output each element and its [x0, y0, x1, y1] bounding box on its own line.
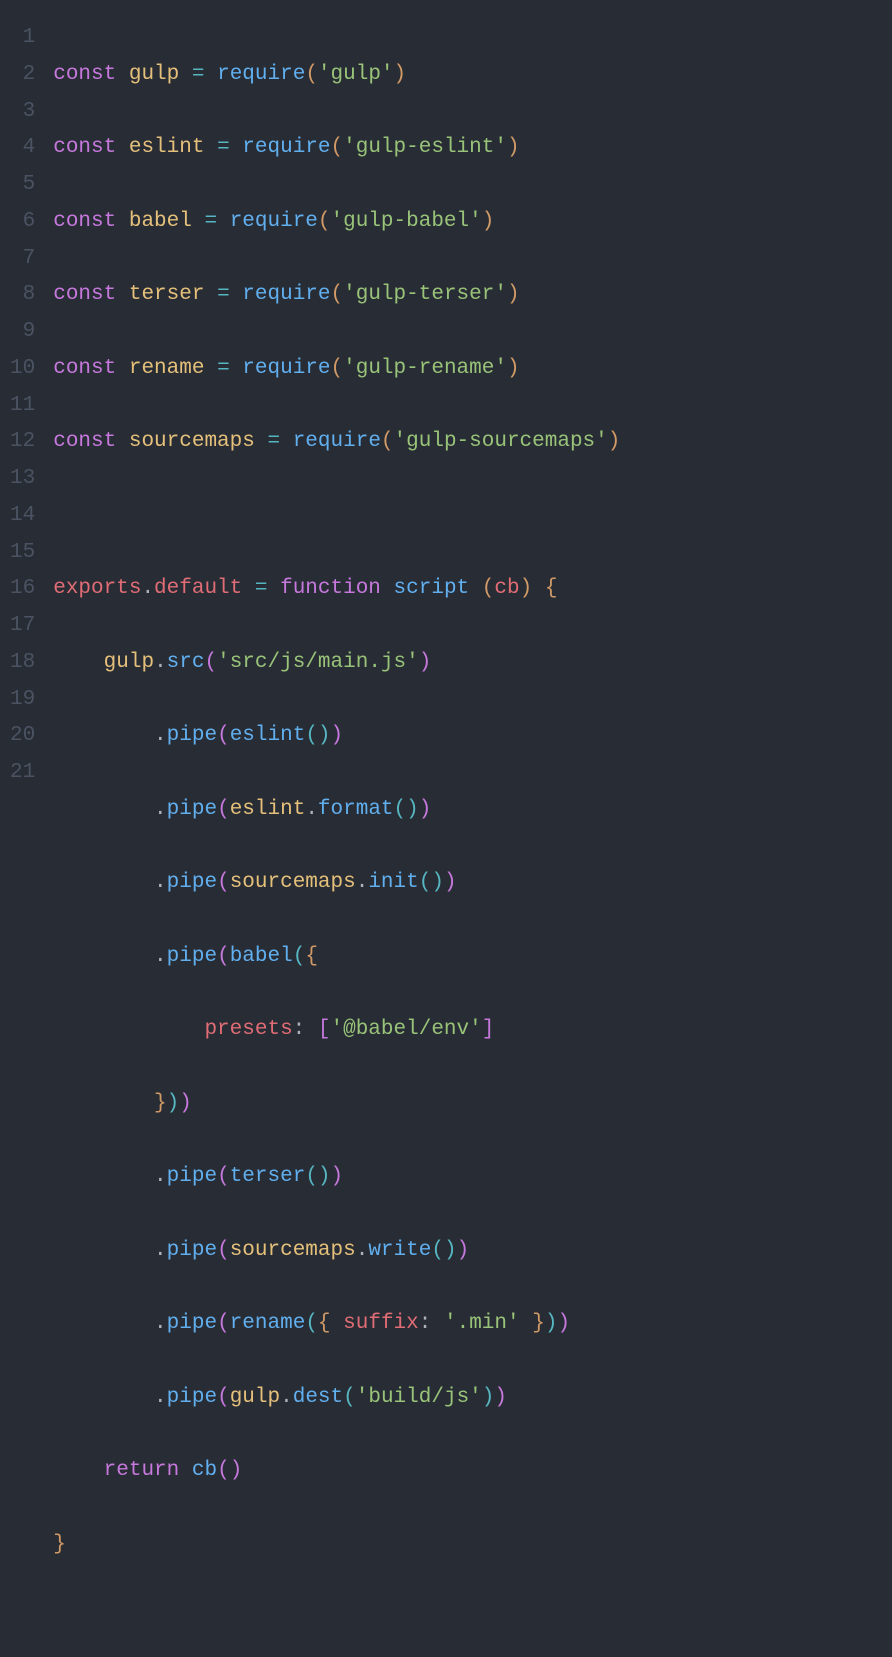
line-number: 15 [10, 535, 35, 572]
line-number-gutter: 1 2 3 4 5 6 7 8 9 10 11 12 13 14 15 16 1… [10, 20, 53, 1637]
line-number: 6 [10, 204, 35, 241]
code-line: })) [53, 1086, 620, 1123]
line-number: 17 [10, 608, 35, 645]
code-line: .pipe(eslint.format()) [53, 792, 620, 829]
line-number: 18 [10, 645, 35, 682]
code-line: const eslint = require('gulp-eslint') [53, 130, 620, 167]
code-line: return cb() [53, 1453, 620, 1490]
line-number: 8 [10, 277, 35, 314]
code-line: presets: ['@babel/env'] [53, 1012, 620, 1049]
code-line: exports.default = function script (cb) { [53, 571, 620, 608]
line-number: 14 [10, 498, 35, 535]
line-number: 7 [10, 241, 35, 278]
code-line: const sourcemaps = require('gulp-sourcem… [53, 424, 620, 461]
code-line: const rename = require('gulp-rename') [53, 351, 620, 388]
code-line: } [53, 1527, 620, 1564]
code-line [53, 498, 620, 535]
code-line: .pipe(sourcemaps.init()) [53, 865, 620, 902]
line-number: 3 [10, 94, 35, 131]
line-number: 5 [10, 167, 35, 204]
code-line: .pipe(sourcemaps.write()) [53, 1233, 620, 1270]
code-line: const babel = require('gulp-babel') [53, 204, 620, 241]
code-line: gulp.src('src/js/main.js') [53, 645, 620, 682]
code-line: .pipe(gulp.dest('build/js')) [53, 1380, 620, 1417]
line-number: 13 [10, 461, 35, 498]
line-number: 11 [10, 388, 35, 425]
line-number: 9 [10, 314, 35, 351]
line-number: 16 [10, 571, 35, 608]
code-line: .pipe(eslint()) [53, 718, 620, 755]
code-line: .pipe(rename({ suffix: '.min' })) [53, 1306, 620, 1343]
line-number: 1 [10, 20, 35, 57]
code-line: const gulp = require('gulp') [53, 57, 620, 94]
code-line: const terser = require('gulp-terser') [53, 277, 620, 314]
line-number: 4 [10, 130, 35, 167]
code-line: .pipe(babel({ [53, 939, 620, 976]
line-number: 10 [10, 351, 35, 388]
code-line: .pipe(terser()) [53, 1159, 620, 1196]
line-number: 19 [10, 682, 35, 719]
line-number: 20 [10, 718, 35, 755]
line-number: 12 [10, 424, 35, 461]
line-number: 21 [10, 755, 35, 792]
code-content[interactable]: const gulp = require('gulp') const eslin… [53, 20, 620, 1637]
line-number: 2 [10, 57, 35, 94]
code-editor[interactable]: 1 2 3 4 5 6 7 8 9 10 11 12 13 14 15 16 1… [0, 0, 892, 1657]
